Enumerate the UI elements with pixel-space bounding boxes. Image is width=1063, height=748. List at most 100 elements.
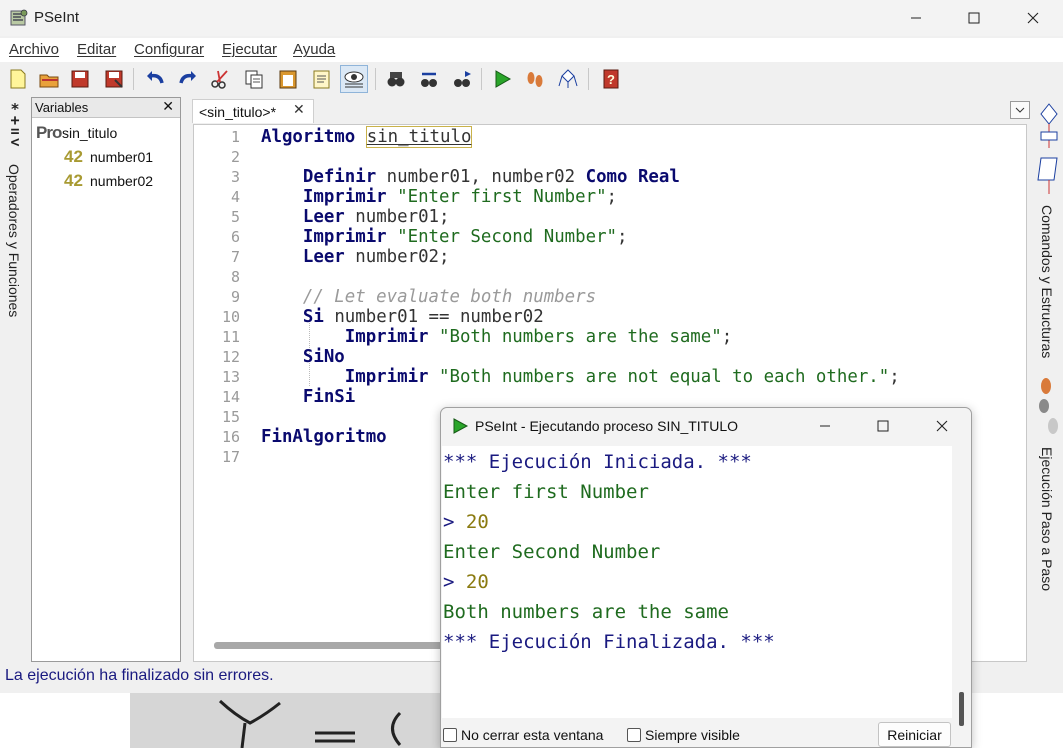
code-line[interactable]: FinAlgoritmo [261,427,387,447]
save-button[interactable] [66,65,94,93]
console-system-line: *** Ejecución Iniciada. *** [443,451,752,473]
operators-functions-tab[interactable]: * + = < Operadores y Funciones [0,100,30,340]
checkbox-box[interactable] [443,728,457,742]
flowchart-icon [558,69,578,88]
menu-ejecutar[interactable]: Ejecutar [222,41,277,58]
code-line[interactable]: Imprimir "Both numbers are not equal to … [261,367,900,387]
line-number: 5 [230,208,240,226]
help-button[interactable]: ? [596,65,624,93]
tree-item-variable[interactable]: 42 number01 [64,146,153,168]
code-line[interactable]: SiNo [261,347,345,367]
code-line[interactable]: Imprimir "Both numbers are the same"; [261,327,732,347]
edit-button[interactable] [308,65,336,93]
checkbox-label: Siempre visible [645,727,740,743]
console-output-line: Both numbers are the same [443,601,729,623]
redo-button[interactable] [174,65,202,93]
minimize-icon [820,425,830,427]
code-line[interactable]: Definir number01, number02 Como Real [261,167,680,187]
tree-item-label: sin_titulo [62,125,118,141]
find-next-button[interactable] [448,65,476,93]
variables-close-button[interactable]: ✕ [162,99,174,115]
checkbox-box[interactable] [627,728,641,742]
open-file-button[interactable] [35,65,63,93]
console-system-line: *** Ejecución Finalizada. *** [443,631,775,653]
save-as-button[interactable] [100,65,128,93]
code-text: number02; [344,247,450,267]
structures-icon [1037,103,1058,194]
open-file-icon [39,74,59,88]
tab-list-dropdown[interactable] [1010,101,1030,119]
line-number-gutter: 1 2 3 4 5 6 7 8 9 10 11 12 13 14 15 16 17 [194,125,246,661]
console-input-value: 20 [465,571,489,593]
close-icon [936,420,948,432]
commands-structures-tab[interactable]: Comandos y Estructuras [1039,205,1055,358]
keep-open-checkbox[interactable]: No cerrar esta ventana [443,727,603,743]
console-input-line: > 20 [443,511,489,533]
code-line[interactable]: Leer number01; [261,207,450,227]
code-line[interactable]: Si number01 == number02 [261,307,544,327]
code-keyword: Definir [302,167,377,187]
code-line[interactable]: // Let evaluate both numbers [261,287,596,307]
code-line[interactable]: FinSi [261,387,355,407]
restart-button[interactable]: Reiniciar [878,722,951,747]
code-line[interactable]: Algoritmo sin_titulo [261,126,473,148]
tab-close-button[interactable]: ✕ [293,102,305,118]
line-number: 2 [230,148,240,166]
code-keyword: FinSi [302,387,356,407]
undo-button[interactable] [141,65,169,93]
code-text: number01; [344,207,450,227]
menu-ayuda[interactable]: Ayuda [293,41,335,58]
tab-sin-titulo[interactable]: <sin_titulo>* ✕ [192,99,314,123]
minimize-icon [911,17,921,19]
menu-configurar[interactable]: Configurar [134,41,204,58]
replace-button[interactable] [415,65,443,93]
cut-button[interactable] [206,65,234,93]
new-file-icon [10,69,26,89]
run-output-console[interactable]: *** Ejecución Iniciada. *** Enter first N… [442,446,952,718]
find-button[interactable] [382,65,410,93]
tree-item-variable[interactable]: 42 number02 [64,170,153,192]
numeric-variable-icon: 42 [64,147,83,166]
search-eye-button[interactable] [340,65,368,93]
code-keyword: Imprimir [302,227,387,247]
run-icon [495,70,512,88]
find-icon [387,72,405,87]
step-by-step-tab[interactable]: Ejecución Paso a Paso [1039,447,1055,591]
new-file-button[interactable] [4,65,32,93]
always-visible-checkbox[interactable]: Siempre visible [627,727,740,743]
flowchart-button[interactable] [554,65,582,93]
close-button[interactable] [1004,0,1062,36]
toolbar-separator [133,68,134,90]
paste-button[interactable] [274,65,302,93]
menu-editar[interactable]: Editar [77,41,116,58]
code-line[interactable]: Imprimir "Enter first Number"; [261,187,617,207]
run-button[interactable] [488,65,516,93]
code-line[interactable]: Imprimir "Enter Second Number"; [261,227,628,247]
step-button[interactable] [521,65,549,93]
minimize-button[interactable] [887,0,945,36]
tree-item-label: number01 [90,149,154,165]
menu-archivo[interactable]: Archivo [9,41,59,58]
run-close-button[interactable] [913,408,971,444]
code-line[interactable]: Leer number02; [261,247,450,267]
code-text: number01 == number02 [323,307,544,327]
editor-tab-strip: <sin_titulo>* ✕ [190,97,1035,123]
search-eye-icon [344,71,364,88]
console-prompt: > [443,571,466,593]
step-execution-icon [1039,378,1058,434]
horizontal-scrollbar[interactable] [214,642,444,649]
run-maximize-button[interactable] [854,408,912,444]
tree-item-process[interactable]: Pro sin_titulo [36,122,117,144]
toolbar: ? [0,62,1063,96]
maximize-button[interactable] [945,0,1003,36]
copy-button[interactable] [240,65,268,93]
run-minimize-button[interactable] [796,408,854,444]
